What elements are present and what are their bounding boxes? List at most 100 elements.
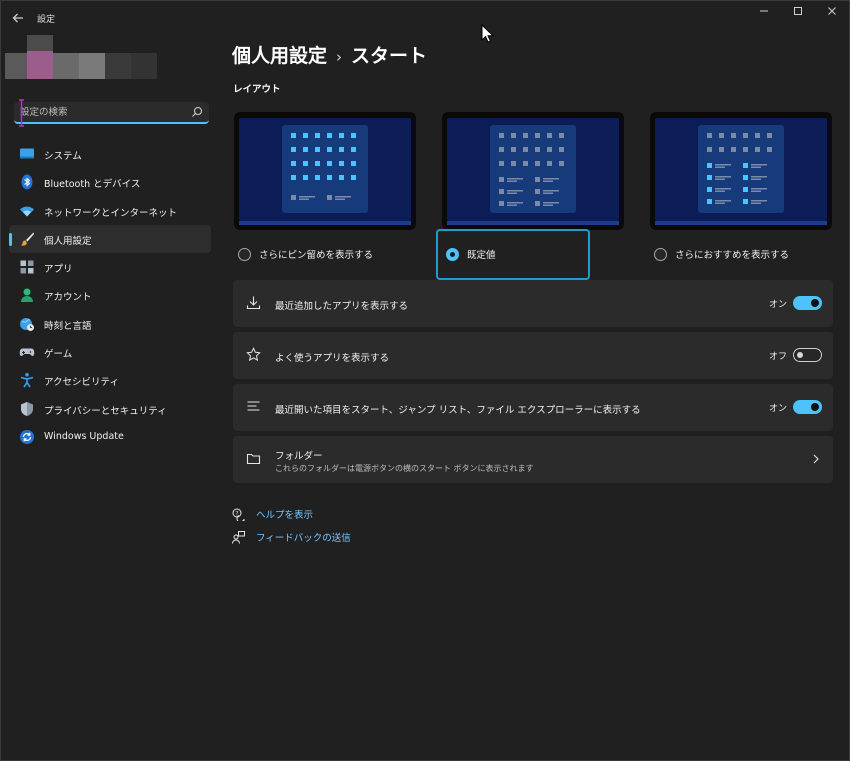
search-input[interactable] xyxy=(20,104,185,120)
sidebar-item-accounts[interactable]: アカウント xyxy=(9,281,211,309)
toggle-switch[interactable] xyxy=(793,400,822,414)
toggle-state-label: オン xyxy=(768,300,787,310)
radio-button[interactable] xyxy=(654,247,667,261)
sidebar-item-label: 時刻と言語 xyxy=(44,320,92,332)
search-icon[interactable] xyxy=(191,106,203,118)
shield-icon xyxy=(21,401,33,416)
apps-icon xyxy=(20,260,34,274)
setting-recent-items[interactable]: 最近開いた項目をスタート、ジャンプ リスト、ファイル エクスプローラーに表示する… xyxy=(233,384,833,431)
sidebar-item-windows-update[interactable]: Windows Update xyxy=(9,423,211,451)
toggle-state-label: オン xyxy=(768,404,787,414)
start-menu-preview xyxy=(698,125,784,213)
layout-option-more-recommendations[interactable]: さらにおすすめを表示する xyxy=(654,244,789,264)
app-title: 設定 xyxy=(37,15,56,25)
list-icon xyxy=(247,401,260,411)
toggle-switch[interactable] xyxy=(793,296,822,310)
mouse-cursor-icon xyxy=(481,24,495,43)
help-link[interactable]: ? ヘルプを表示 xyxy=(232,506,313,522)
layout-preview-default[interactable] xyxy=(442,112,624,230)
sidebar-item-label: アプリ xyxy=(44,264,73,276)
text-caret-marker-icon xyxy=(19,99,24,127)
layout-option-default[interactable]: 既定値 xyxy=(446,244,496,264)
help-link-label[interactable]: ヘルプを表示 xyxy=(256,507,313,521)
sidebar-item-label: アクセシビリティ xyxy=(44,377,119,389)
globe-clock-icon xyxy=(20,317,34,331)
account-avatar[interactable] xyxy=(1,35,161,85)
preview-taskbar xyxy=(447,221,619,225)
sidebar-item-label: ネットワークとインターネット xyxy=(44,207,178,219)
pinned-grid-preview xyxy=(291,133,356,200)
default-grid-preview xyxy=(499,133,564,206)
preview-screen xyxy=(447,118,619,221)
download-icon xyxy=(246,296,261,310)
setting-most-used-apps[interactable]: よく使うアプリを表示する オフ xyxy=(233,332,833,379)
toggle-switch[interactable] xyxy=(793,348,822,362)
sidebar-item-gaming[interactable]: ゲーム xyxy=(9,338,211,366)
sidebar-nav: システム Bluetooth とデバイス ネットワークとインターネット 個人用設… xyxy=(9,140,211,451)
sidebar-item-label: Windows Update xyxy=(44,430,124,442)
bluetooth-icon xyxy=(21,174,33,190)
paintbrush-icon xyxy=(20,232,34,246)
sidebar-item-time-language[interactable]: 時刻と言語 xyxy=(9,310,211,338)
setting-label: 最近追加したアプリを表示する xyxy=(275,301,409,312)
wifi-icon xyxy=(20,206,34,217)
sidebar-item-label: ゲーム xyxy=(44,349,73,361)
update-icon xyxy=(20,429,34,444)
sidebar-item-label: 個人用設定 xyxy=(44,235,92,247)
start-menu-preview xyxy=(282,125,368,213)
recommended-grid-preview xyxy=(707,133,772,204)
sidebar-item-label: アカウント xyxy=(44,292,92,304)
page-title: スタート xyxy=(351,45,428,67)
sidebar-item-label: プライバシーとセキュリティ xyxy=(44,405,167,417)
sidebar-item-privacy[interactable]: プライバシーとセキュリティ xyxy=(9,395,211,423)
radio-label: さらにおすすめを表示する xyxy=(675,250,790,261)
setting-label: フォルダー xyxy=(275,451,323,462)
feedback-link[interactable]: フィードバックの送信 xyxy=(232,529,351,545)
layout-preview-more-pins[interactable] xyxy=(234,112,416,230)
breadcrumb-parent[interactable]: 個人用設定 xyxy=(232,45,327,67)
settings-window: 設定 設定の検索 システム Bluetooth とデバイス ネットワークとインタ… xyxy=(0,0,850,761)
search-box[interactable] xyxy=(14,102,209,124)
setting-description: これらのフォルダーは電源ボタンの横のスタート ボタンに表示されます xyxy=(275,464,534,473)
preview-taskbar xyxy=(239,221,411,225)
folder-icon xyxy=(246,453,261,465)
preview-taskbar xyxy=(655,221,827,225)
gamepad-icon xyxy=(19,348,35,357)
radio-button[interactable] xyxy=(238,247,251,261)
sidebar-item-personalization[interactable]: 個人用設定 xyxy=(9,224,211,254)
breadcrumb: 個人用設定 › スタート xyxy=(232,41,427,68)
sidebar-item-network[interactable]: ネットワークとインターネット xyxy=(9,197,211,225)
feedback-link-label[interactable]: フィードバックの送信 xyxy=(256,530,351,544)
back-arrow-icon[interactable] xyxy=(10,10,26,26)
radio-label: さらにピン留めを表示する xyxy=(259,250,374,261)
radio-label: 既定値 xyxy=(467,250,496,261)
sidebar-item-label: システム xyxy=(44,151,82,162)
setting-label: よく使うアプリを表示する xyxy=(275,353,390,364)
person-icon xyxy=(21,288,33,303)
sidebar-item-apps[interactable]: アプリ xyxy=(9,253,211,281)
layout-option-more-pins[interactable]: さらにピン留めを表示する xyxy=(238,244,373,264)
svg-text:?: ? xyxy=(235,510,238,517)
accessibility-icon xyxy=(20,373,34,388)
layout-preview-more-recommendations[interactable] xyxy=(650,112,832,230)
monitor-icon xyxy=(20,148,34,159)
sidebar-item-bluetooth[interactable]: Bluetooth とデバイス xyxy=(9,168,211,196)
start-menu-preview xyxy=(490,125,576,213)
close-icon[interactable] xyxy=(815,1,849,25)
setting-folders[interactable]: フォルダー これらのフォルダーは電源ボタンの横のスタート ボタンに表示されます xyxy=(233,436,833,483)
radio-button-selected[interactable] xyxy=(446,247,459,261)
sidebar-item-label: Bluetooth とデバイス xyxy=(44,179,141,191)
minimize-icon[interactable] xyxy=(747,1,781,25)
layout-section-title: レイアウト xyxy=(233,84,281,95)
title-bar: 設定 xyxy=(1,1,849,35)
setting-recently-added-apps[interactable]: 最近追加したアプリを表示する オン xyxy=(233,280,833,327)
chevron-right-icon[interactable] xyxy=(811,453,821,465)
preview-screen xyxy=(239,118,411,221)
sidebar-item-system[interactable]: システム xyxy=(9,140,211,168)
star-icon xyxy=(246,347,261,362)
breadcrumb-separator: › xyxy=(336,48,343,66)
sidebar-item-accessibility[interactable]: アクセシビリティ xyxy=(9,366,211,394)
maximize-icon[interactable] xyxy=(781,1,815,25)
setting-label: 最近開いた項目をスタート、ジャンプ リスト、ファイル エクスプローラーに表示する xyxy=(275,405,641,416)
feedback-icon xyxy=(232,530,245,544)
